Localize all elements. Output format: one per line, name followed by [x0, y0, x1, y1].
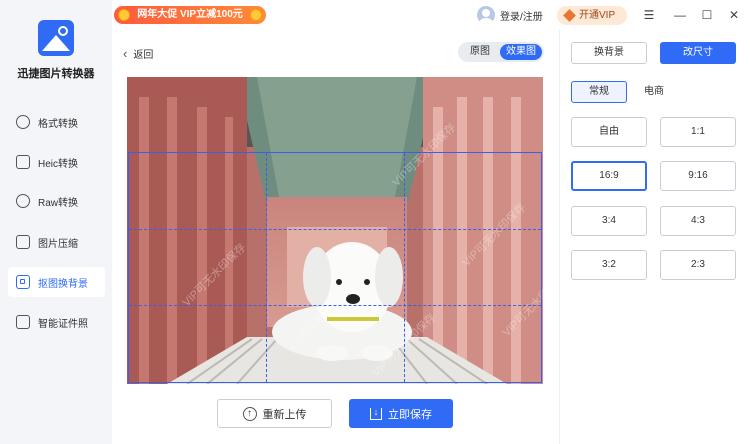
login-label: 登录/注册 [500, 11, 543, 23]
save-button[interactable]: ↓ 立即保存 [349, 399, 453, 428]
sidebar-item-label: 抠图换背景 [38, 278, 88, 290]
sidebar-item-label: Heic转换 [38, 158, 79, 170]
view-effect-tab[interactable]: 效果图 [500, 44, 542, 60]
avatar-icon [477, 6, 495, 24]
app-name: 迅捷图片转换器 [17, 68, 95, 80]
id-card-icon [16, 315, 30, 329]
sidebar-item-label: 智能证件照 [38, 318, 88, 330]
sidebar-item-heic[interactable]: Heic转换 [8, 147, 105, 177]
back-label: 返回 [133, 50, 154, 61]
sidebar-item-label: 图片压缩 [38, 238, 78, 250]
vip-button[interactable]: 开通VIP [557, 6, 627, 25]
diamond-icon [563, 9, 576, 22]
back-button[interactable]: ‹ 返回 [123, 46, 153, 61]
minimize-icon[interactable]: — [672, 7, 688, 23]
sidebar-item-compress[interactable]: 图片压缩 [8, 227, 105, 257]
app-logo [38, 20, 74, 56]
sidebar-item-format[interactable]: 格式转换 [8, 107, 105, 137]
subtab-normal[interactable]: 常规 [571, 81, 627, 103]
image-canvas[interactable]: VIP可无水印保存 VIP可无水印保存 VIP可无水印保存 VIP可无水印保存 … [127, 77, 543, 384]
chevron-left-icon: ‹ [123, 46, 128, 61]
sidebar-item-cutout[interactable]: 抠图换背景 [8, 267, 105, 297]
ratio-2-3-button[interactable]: 2:3 [660, 250, 736, 280]
tab-change-background[interactable]: 换背景 [571, 42, 647, 64]
view-toggle: 原图 效果图 [458, 42, 544, 62]
image-icon [16, 235, 30, 249]
ratio-9-16-button[interactable]: 9:16 [660, 161, 736, 191]
heic-icon [16, 155, 30, 169]
promo-text: 网年大促 VIP立减100元 [137, 9, 243, 20]
subtab-ecommerce[interactable]: 电商 [636, 81, 672, 103]
sidebar-item-label: 格式转换 [38, 118, 78, 130]
upload-icon: ↑ [242, 406, 257, 421]
tab-resize[interactable]: 改尺寸 [660, 42, 736, 64]
grid-line [129, 305, 541, 306]
promo-banner[interactable]: 网年大促 VIP立减100元 [114, 6, 266, 24]
convert-icon [16, 115, 30, 129]
reupload-button[interactable]: ↑ 重新上传 [217, 399, 332, 428]
sidebar-item-raw[interactable]: Raw转换 [8, 186, 105, 216]
ratio-3-4-button[interactable]: 3:4 [571, 206, 647, 236]
coin-icon [250, 9, 262, 21]
maximize-icon[interactable]: ☐ [699, 7, 715, 23]
sidebar-item-label: Raw转换 [38, 197, 79, 209]
coin-icon [118, 9, 130, 21]
ratio-3-2-button[interactable]: 3:2 [571, 250, 647, 280]
view-original-tab[interactable]: 原图 [461, 44, 499, 60]
ratio-1-1-button[interactable]: 1:1 [660, 117, 736, 147]
save-label: 立即保存 [388, 408, 432, 421]
raw-icon [16, 194, 30, 208]
close-icon[interactable]: ✕ [726, 7, 742, 23]
login-button[interactable]: 登录/注册 [477, 5, 543, 25]
grid-line [266, 153, 267, 382]
reupload-label: 重新上传 [262, 408, 307, 421]
sidebar-item-idphoto[interactable]: 智能证件照 [8, 307, 105, 337]
grid-line [404, 153, 405, 382]
ratio-16-9-button[interactable]: 16:9 [571, 161, 647, 191]
sidebar: 迅捷图片转换器 格式转换 Heic转换 Raw转换 图片压缩 抠图换背景 智能证… [0, 0, 112, 444]
ratio-free-button[interactable]: 自由 [571, 117, 647, 147]
menu-icon[interactable]: ☰ [641, 7, 657, 23]
grid-line [129, 229, 541, 230]
crop-frame[interactable] [128, 152, 542, 383]
cutout-icon [16, 275, 30, 289]
vip-label: 开通VIP [579, 10, 616, 21]
ratio-4-3-button[interactable]: 4:3 [660, 206, 736, 236]
download-icon: ↓ [370, 407, 382, 420]
